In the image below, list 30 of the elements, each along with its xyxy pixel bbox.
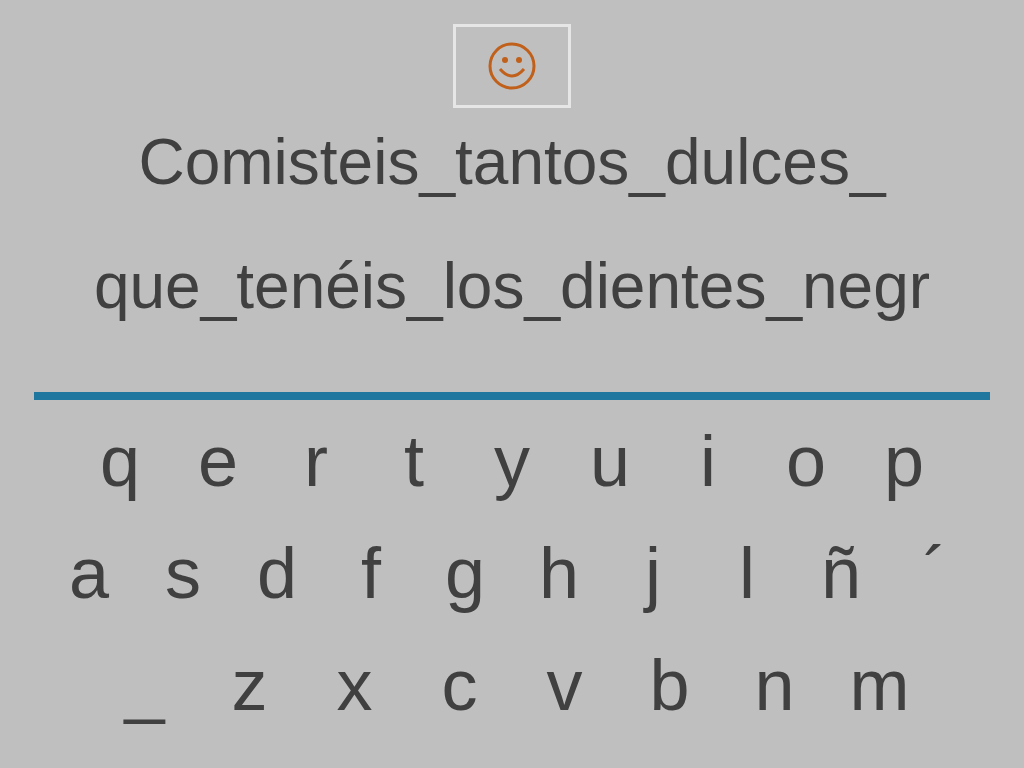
- smiley-icon: [487, 41, 537, 91]
- letter-key[interactable]: d: [230, 534, 324, 612]
- letter-key[interactable]: s: [136, 534, 230, 612]
- letter-key[interactable]: h: [512, 534, 606, 612]
- letter-key[interactable]: f: [324, 534, 418, 612]
- letter-key[interactable]: y: [463, 422, 561, 500]
- letter-key[interactable]: q: [71, 422, 169, 500]
- letter-key[interactable]: j: [606, 534, 700, 612]
- letter-key[interactable]: g: [418, 534, 512, 612]
- letter-key[interactable]: l: [700, 534, 794, 612]
- letter-key[interactable]: u: [561, 422, 659, 500]
- letter-key[interactable]: t: [365, 422, 463, 500]
- letter-key[interactable]: e: [169, 422, 267, 500]
- letter-key[interactable]: ñ: [794, 534, 888, 612]
- letter-key[interactable]: p: [855, 422, 953, 500]
- letter-key[interactable]: ´: [888, 534, 982, 612]
- letter-key[interactable]: a: [42, 534, 136, 612]
- letter-key[interactable]: n: [722, 646, 827, 724]
- letter-key[interactable]: r: [267, 422, 365, 500]
- phrase-line: Comisteis_tantos_dulces_: [138, 126, 886, 198]
- letter-key[interactable]: b: [617, 646, 722, 724]
- letter-key[interactable]: x: [302, 646, 407, 724]
- letter-key[interactable]: v: [512, 646, 617, 724]
- letter-key[interactable]: c: [407, 646, 512, 724]
- phrase-line: que_tenéis_los_dientes_negr: [93, 250, 931, 322]
- letter-key[interactable]: o: [757, 422, 855, 500]
- letter-key[interactable]: _: [92, 646, 197, 724]
- letter-key[interactable]: z: [197, 646, 302, 724]
- letter-key[interactable]: m: [827, 646, 932, 724]
- letter-key[interactable]: i: [659, 422, 757, 500]
